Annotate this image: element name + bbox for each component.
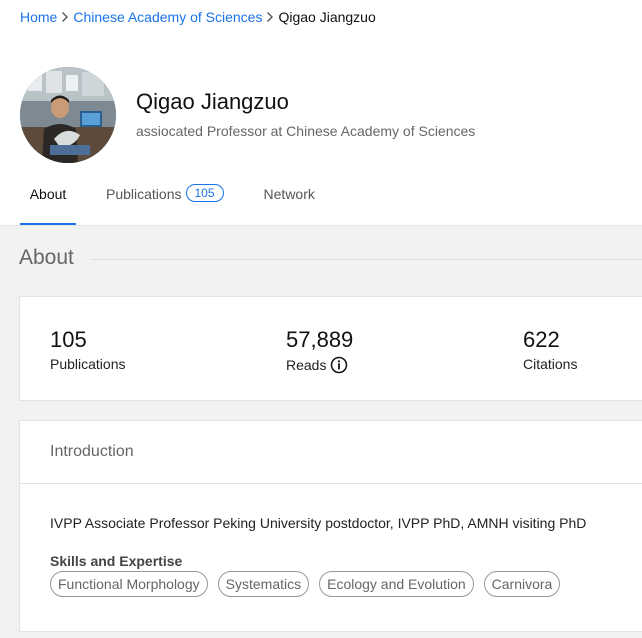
section-divider xyxy=(92,259,642,260)
stat-value: 57,889 xyxy=(286,327,354,352)
stat-value: 105 xyxy=(50,327,87,352)
profile-affiliation: assiocated Professor at Chinese Academy … xyxy=(136,123,476,139)
tab-network[interactable]: Network xyxy=(264,176,315,225)
skill-chip[interactable]: Carnivora xyxy=(483,571,561,597)
publications-count-badge: 105 xyxy=(185,184,224,202)
introduction-text: IVPP Associate Professor Peking Universi… xyxy=(50,515,587,531)
stat-label: Citations xyxy=(523,356,577,372)
tab-publications-label: Publications xyxy=(106,186,182,202)
stat-value: 622 xyxy=(523,327,560,352)
skill-chip[interactable]: Systematics xyxy=(217,571,310,597)
skills-label: Skills and Expertise xyxy=(50,553,183,569)
tab-about-label: About xyxy=(29,186,67,202)
stat-label-text: Citations xyxy=(523,356,578,372)
skills-list: Functional Morphology Systematics Ecolog… xyxy=(50,571,561,597)
breadcrumb: Home Chinese Academy of Sciences Qigao J… xyxy=(20,9,376,25)
profile-name: Qigao Jiangzuo xyxy=(136,89,289,114)
breadcrumb-home-link[interactable]: Home xyxy=(20,9,57,25)
avatar[interactable] xyxy=(20,67,116,163)
stat-label-text: Reads xyxy=(286,357,327,373)
profile-header: Home Chinese Academy of Sciences Qigao J… xyxy=(0,0,642,226)
breadcrumb-institution-link[interactable]: Chinese Academy of Sciences xyxy=(73,9,262,25)
stats-card: 105 Publications 57,889 Reads 622 Citati… xyxy=(19,296,642,401)
chevron-right-icon xyxy=(60,11,70,23)
stat-publications[interactable]: 105 Publications xyxy=(50,327,126,372)
introduction-title: Introduction xyxy=(50,443,134,460)
stat-label: Reads xyxy=(286,356,353,374)
introduction-card: Introduction IVPP Associate Professor Pe… xyxy=(19,420,642,632)
profile-page: Home Chinese Academy of Sciences Qigao J… xyxy=(0,0,642,638)
stat-label: Publications xyxy=(50,356,126,372)
info-icon[interactable] xyxy=(330,356,348,374)
stat-reads: 57,889 Reads xyxy=(286,327,353,374)
tab-network-label: Network xyxy=(263,186,315,202)
chevron-right-icon xyxy=(265,11,275,23)
stat-label-text: Publications xyxy=(50,356,126,372)
stat-citations[interactable]: 622 Citations xyxy=(523,327,577,372)
skill-chip[interactable]: Ecology and Evolution xyxy=(319,571,474,597)
skill-chip[interactable]: Functional Morphology xyxy=(50,571,208,597)
section-title-about: About xyxy=(19,246,74,269)
tab-about[interactable]: About xyxy=(20,176,76,225)
profile-body: About 105 Publications 57,889 Reads 622 … xyxy=(0,226,642,638)
breadcrumb-current: Qigao Jiangzuo xyxy=(278,9,376,25)
tab-publications[interactable]: Publications 105 xyxy=(106,176,224,225)
profile-tabs: About Publications 105 Network xyxy=(20,176,315,225)
introduction-header: Introduction xyxy=(20,421,642,484)
